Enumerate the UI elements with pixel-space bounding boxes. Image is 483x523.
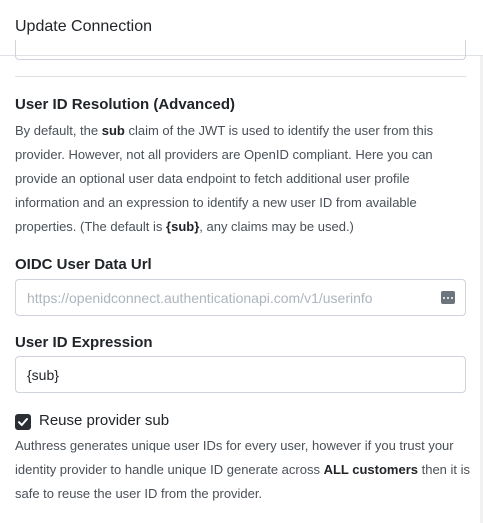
more-dots-icon[interactable] bbox=[441, 291, 455, 304]
checkmark-icon bbox=[18, 418, 28, 426]
reuse-sub-note: Authress generates unique user IDs for e… bbox=[15, 438, 471, 501]
dialog-title: Update Connection bbox=[15, 18, 152, 35]
user-id-expression-label: User ID Expression bbox=[15, 334, 153, 351]
previous-input-edge bbox=[15, 40, 466, 60]
resolution-section-title: User ID Resolution (Advanced) bbox=[15, 96, 236, 113]
section-divider bbox=[15, 76, 466, 77]
resolution-description: By default, the sub claim of the JWT is … bbox=[15, 123, 434, 234]
oidc-url-input[interactable] bbox=[27, 280, 437, 315]
reuse-sub-checkbox[interactable] bbox=[15, 414, 31, 430]
oidc-url-field[interactable] bbox=[15, 279, 466, 316]
user-id-expression-input[interactable] bbox=[27, 357, 437, 392]
oidc-url-label: OIDC User Data Url bbox=[15, 256, 152, 273]
user-id-expression-field[interactable] bbox=[15, 356, 466, 393]
reuse-sub-label[interactable]: Reuse provider sub bbox=[39, 412, 169, 429]
